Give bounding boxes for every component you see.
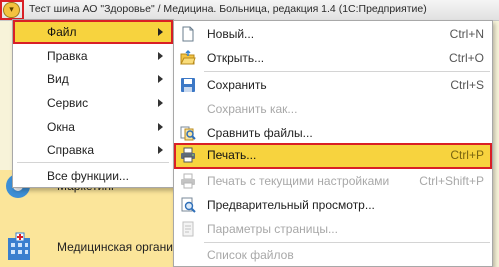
file-menu-new[interactable]: Новый... Ctrl+N bbox=[174, 22, 492, 46]
menu-item-label: Справка bbox=[47, 143, 95, 157]
hospital-building-icon bbox=[5, 232, 35, 262]
chevron-down-icon: ▾ bbox=[9, 4, 14, 14]
menu-item-label: Предварительный просмотр... bbox=[207, 198, 375, 212]
menu-item-edit[interactable]: Правка bbox=[13, 44, 173, 68]
menu-item-label: Открыть... bbox=[207, 51, 265, 65]
chevron-right-icon bbox=[158, 28, 163, 36]
title-bar: ▾ Тест шина АО "Здоровье" / Медицина. Бо… bbox=[0, 0, 499, 21]
menu-item-label: Сервис bbox=[47, 96, 89, 110]
print-current-settings-icon bbox=[180, 173, 196, 189]
menu-item-service[interactable]: Сервис bbox=[13, 91, 173, 115]
file-menu-print-preview[interactable]: Предварительный просмотр... bbox=[174, 193, 492, 217]
sidebar-item-label: Медицинская организац bbox=[57, 240, 192, 254]
main-menu-button[interactable]: ▾ bbox=[3, 2, 20, 18]
menu-item-label: Все функции... bbox=[47, 169, 129, 183]
application-window: Маркетинг Медицинская организац ▾ Тест ш bbox=[0, 0, 499, 267]
menu-item-label: Параметры страницы... bbox=[207, 222, 338, 236]
chevron-right-icon bbox=[158, 146, 163, 154]
print-icon bbox=[180, 147, 196, 163]
file-menu-page-settings[interactable]: Параметры страницы... bbox=[174, 217, 492, 241]
compare-files-icon bbox=[180, 125, 196, 141]
file-menu-print-current-settings[interactable]: Печать с текущими настройками Ctrl+Shift… bbox=[174, 169, 492, 193]
chevron-right-icon bbox=[158, 52, 163, 60]
print-preview-icon bbox=[180, 197, 196, 213]
menu-item-label: Новый... bbox=[207, 27, 255, 41]
menu-item-label: Список файлов bbox=[207, 248, 294, 262]
menu-item-file[interactable]: Файл bbox=[13, 20, 173, 44]
menu-item-label: Печать... bbox=[207, 148, 257, 162]
menu-item-label: Вид bbox=[47, 72, 69, 86]
file-menu-compare-files[interactable]: Сравнить файлы... bbox=[174, 121, 492, 145]
chevron-right-icon bbox=[158, 75, 163, 83]
menu-item-label: Правка bbox=[47, 49, 88, 63]
menu-item-label: Файл bbox=[47, 25, 77, 39]
shortcut-label: Ctrl+P bbox=[450, 148, 484, 162]
menu-separator bbox=[204, 71, 490, 72]
menu-item-all-functions[interactable]: Все функции... bbox=[13, 164, 173, 188]
new-document-icon bbox=[180, 26, 196, 42]
shortcut-label: Ctrl+S bbox=[450, 78, 484, 92]
menu-item-label: Сохранить как... bbox=[207, 102, 298, 116]
menu-item-label: Окна bbox=[47, 120, 75, 134]
shortcut-label: Ctrl+N bbox=[449, 27, 484, 41]
menu-item-windows[interactable]: Окна bbox=[13, 115, 173, 139]
save-icon bbox=[180, 77, 196, 93]
shortcut-label: Ctrl+O bbox=[448, 51, 484, 65]
menu-separator bbox=[17, 162, 169, 163]
file-menu-save-as[interactable]: Сохранить как... bbox=[174, 97, 492, 121]
file-menu-open[interactable]: Открыть... Ctrl+O bbox=[174, 46, 492, 70]
file-menu-file-list[interactable]: Список файлов bbox=[174, 243, 492, 267]
page-settings-icon bbox=[180, 221, 196, 237]
menu-item-label: Сравнить файлы... bbox=[207, 126, 313, 140]
chevron-right-icon bbox=[158, 123, 163, 131]
chevron-right-icon bbox=[158, 99, 163, 107]
sidebar-item-medical-organization[interactable]: Медицинская организац bbox=[5, 230, 192, 264]
file-menu-print[interactable]: Печать... Ctrl+P bbox=[174, 143, 492, 169]
menu-item-help[interactable]: Справка bbox=[13, 138, 173, 162]
file-menu-save[interactable]: Сохранить Ctrl+S bbox=[174, 73, 492, 97]
open-folder-icon bbox=[180, 50, 196, 66]
menu-item-label: Печать с текущими настройками bbox=[207, 174, 390, 188]
menu-item-view[interactable]: Вид bbox=[13, 67, 173, 91]
window-title: Тест шина АО "Здоровье" / Медицина. Боль… bbox=[29, 3, 427, 15]
file-submenu: Новый... Ctrl+N Открыть... Ctrl+O Сохран… bbox=[173, 20, 493, 267]
menu-item-label: Сохранить bbox=[207, 78, 267, 92]
shortcut-label: Ctrl+Shift+P bbox=[419, 174, 484, 188]
main-menu-dropdown: Файл Правка Вид Сервис Окна Справка Все … bbox=[12, 19, 174, 188]
